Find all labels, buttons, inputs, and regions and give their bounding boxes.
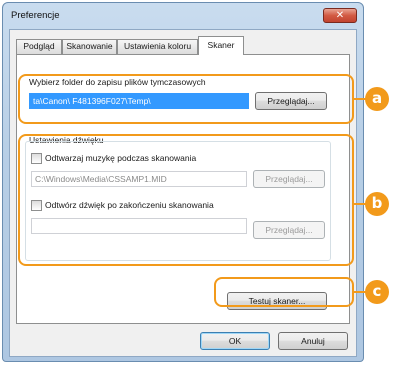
window-title: Preferencje — [11, 10, 60, 21]
ok-button[interactable]: OK — [200, 332, 270, 350]
callout-box-b — [18, 134, 354, 266]
callout-marker-b: b — [365, 192, 389, 216]
close-button[interactable]: ✕ — [323, 8, 357, 23]
tab-skaner[interactable]: Skaner — [198, 36, 244, 55]
title-bar[interactable]: Preferencje ✕ — [3, 3, 363, 29]
callout-marker-a: a — [365, 87, 389, 111]
callout-box-c — [214, 277, 354, 307]
cancel-button[interactable]: Anuluj — [278, 332, 348, 350]
callout-box-a — [18, 74, 354, 124]
tab-skanowanie[interactable]: Skanowanie — [62, 39, 117, 54]
tab-podglad[interactable]: Podgląd — [16, 39, 62, 54]
callout-marker-c: c — [365, 280, 389, 304]
tab-ustawienia-koloru[interactable]: Ustawienia koloru — [117, 39, 198, 54]
